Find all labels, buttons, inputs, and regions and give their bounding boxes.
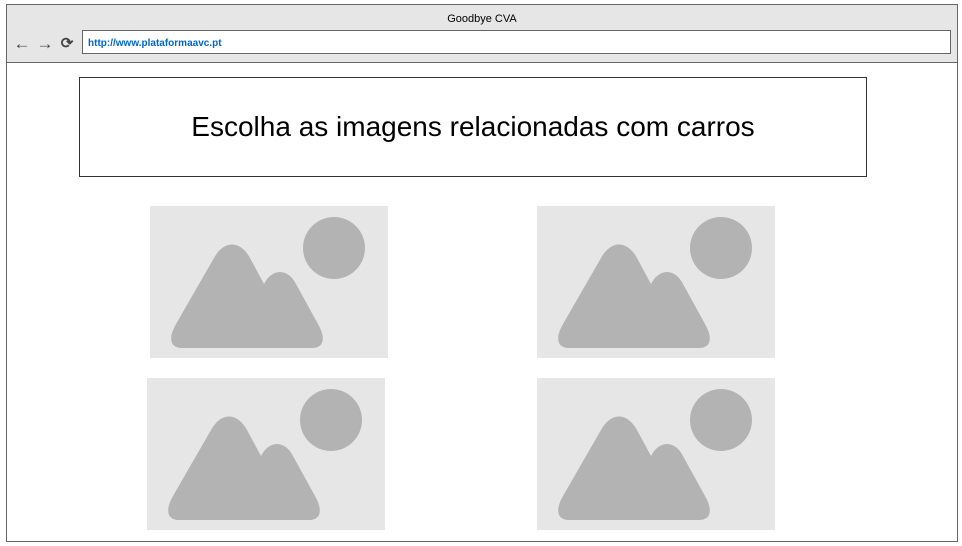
browser-chrome: Goodbye CVA ← → ⟳ http://www.plataformaa…	[7, 5, 957, 63]
image-placeholder-icon	[171, 217, 365, 348]
page-content: Escolha as imagens relacionadas com carr…	[7, 63, 957, 541]
image-option-4[interactable]	[537, 378, 775, 530]
url-text: http://www.plataformaavc.pt	[88, 38, 222, 49]
image-option-1[interactable]	[150, 206, 388, 358]
browser-window: Goodbye CVA ← → ⟳ http://www.plataformaa…	[6, 4, 958, 542]
window-title: Goodbye CVA	[447, 13, 517, 25]
image-placeholder-icon	[168, 389, 362, 520]
reload-icon[interactable]: ⟳	[58, 35, 76, 51]
address-bar[interactable]: http://www.plataformaavc.pt	[82, 30, 951, 54]
page-heading: Escolha as imagens relacionadas com carr…	[191, 111, 755, 142]
image-placeholder-icon	[558, 389, 752, 520]
heading-box: Escolha as imagens relacionadas com carr…	[79, 77, 867, 177]
image-option-2[interactable]	[537, 206, 775, 358]
image-option-3[interactable]	[147, 378, 385, 530]
arrow-right-icon[interactable]: →	[36, 35, 54, 52]
arrow-left-icon[interactable]: ←	[13, 35, 31, 52]
image-placeholder-icon	[558, 217, 752, 348]
